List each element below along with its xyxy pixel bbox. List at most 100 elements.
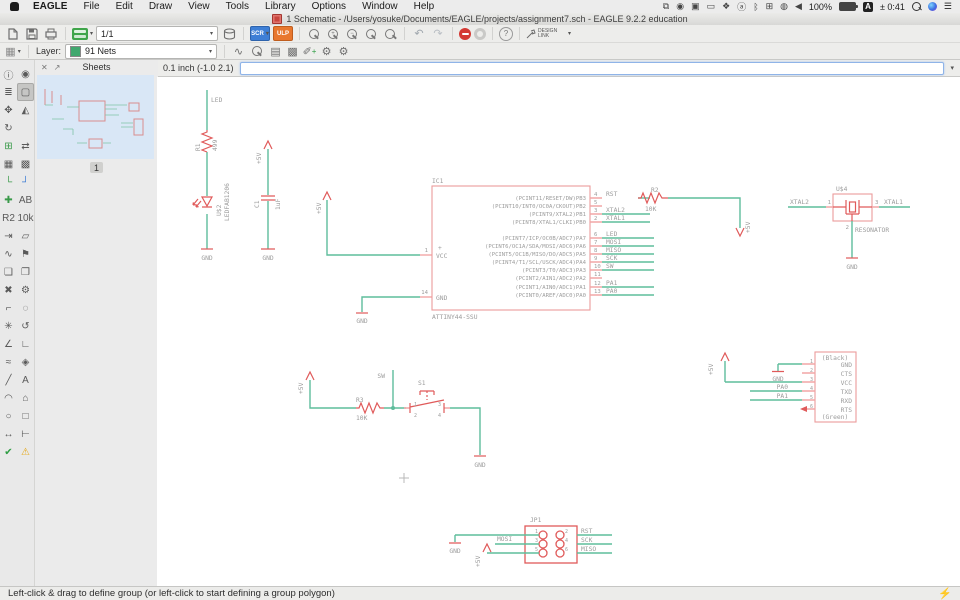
pinswap-tool-icon[interactable]: ⇄ (17, 137, 34, 155)
zoom-fit-button[interactable] (306, 28, 322, 40)
schematic-canvas[interactable]: LED R1 499 U$2 LEDFAB1206 GND +5V C1 1uF… (157, 77, 960, 586)
copy-group-tool-icon[interactable]: ↺ (17, 317, 34, 335)
monitor-icon[interactable]: ▭ (707, 1, 716, 12)
component-switch-circuit[interactable]: +5V R3 10K SW S1 1 2 3 4 GND (298, 370, 486, 469)
polygon-tool-icon[interactable]: ▱ (17, 227, 34, 245)
smash-tool-icon[interactable]: ✳ (0, 317, 17, 335)
component-ftdi-header[interactable]: (Black) (Green) GND CTS VCC TXD RXD RTS … (708, 351, 857, 423)
eye-show-tool-icon[interactable]: ◉ (17, 65, 34, 83)
sheet-selector-dropdown[interactable]: 1/1 (96, 26, 219, 41)
menu-window[interactable]: Window (354, 1, 406, 12)
close-panel-icon[interactable]: ✕ (41, 63, 48, 72)
dropbox-icon[interactable]: ❖ (722, 1, 730, 12)
gateswap-tool-icon[interactable]: ▩ (17, 155, 34, 173)
net-vcc-feed[interactable]: +5V 1 (316, 190, 432, 256)
label-tool-icon[interactable]: AB (17, 191, 34, 209)
menu-eagle[interactable]: EAGLE (25, 1, 75, 12)
component-led-branch[interactable]: LED R1 499 U$2 LEDFAB1206 GND (192, 90, 231, 262)
chip-view-2-icon[interactable]: ▩ (286, 45, 299, 58)
command-input[interactable] (239, 61, 945, 75)
notification-center-icon[interactable]: ☰ (944, 1, 952, 12)
redo-button[interactable]: ↷ (430, 26, 446, 41)
display-mirroring-icon[interactable]: ⧉ (663, 1, 669, 12)
palette-spacer[interactable] (17, 119, 34, 137)
component-isp-header[interactable]: JP1 1 2 3 4 5 6 GND MOSI +5V RST SCK MIS… (449, 517, 612, 567)
zoom-redraw-button[interactable] (363, 28, 379, 40)
ulp-button[interactable]: ULP (273, 26, 294, 41)
component-c1-branch[interactable]: +5V C1 1uF GND (254, 139, 282, 262)
siri-icon[interactable] (927, 2, 937, 11)
paste-tool-icon[interactable]: ❐ (17, 263, 34, 281)
zoom-out-button[interactable]: − (344, 28, 360, 40)
text-tool-icon[interactable]: A (17, 371, 34, 389)
command-history-caret-icon[interactable]: ▾ (950, 64, 954, 72)
errors-tool-icon[interactable]: ⚠ (17, 443, 34, 461)
menu-library[interactable]: Library (257, 1, 304, 12)
name-tool-icon[interactable]: R2 (0, 209, 17, 227)
wire-bend-1-tool-icon[interactable]: └ (0, 173, 17, 191)
menu-tools[interactable]: Tools (218, 1, 257, 12)
zoom-tool-icon[interactable] (249, 45, 265, 57)
library-button[interactable] (221, 26, 237, 41)
component-resonator[interactable]: U$4 RESONATOR XTAL2 XTAL1 1 3 2 GND (788, 186, 910, 271)
value-tool-icon[interactable]: 10k (17, 209, 34, 227)
grid-button[interactable]: ▦ (5, 44, 21, 59)
dimension-tool-icon[interactable]: ↔ (0, 425, 17, 443)
obs-icon[interactable]: ▣ (691, 1, 700, 12)
sheet-number-badge[interactable]: 1 (90, 162, 103, 173)
line-tool-icon[interactable]: ╱ (0, 371, 17, 389)
junction-tool-icon[interactable]: ✚ (0, 191, 17, 209)
settings-gear-2-icon[interactable]: ⚙ (337, 45, 350, 58)
component-r2-pullup[interactable]: R2 10K +5V (638, 187, 752, 238)
layer-dropdown[interactable]: 91 Nets (65, 43, 218, 59)
move-tool-icon[interactable]: ✥ (0, 101, 17, 119)
print-button[interactable] (43, 26, 59, 41)
menu-options[interactable]: Options (304, 1, 354, 12)
menu-help[interactable]: Help (406, 1, 443, 12)
screen-record-icon[interactable]: ◍ (780, 1, 788, 12)
attach-plus-icon[interactable]: ✐ + (303, 45, 317, 58)
window-manager-icon[interactable]: ⊞ (766, 1, 774, 12)
highlight-tool-icon[interactable]: ◈ (17, 353, 34, 371)
undo-button[interactable]: ↶ (411, 26, 427, 41)
bus-tool-icon[interactable]: ∿ (0, 245, 17, 263)
settings-gear-1-icon[interactable]: ⚙ (320, 45, 333, 58)
chip-view-1-icon[interactable]: ▤ (269, 45, 282, 58)
apple-menu-icon[interactable] (10, 2, 19, 11)
menu-file[interactable]: File (75, 1, 107, 12)
volume-icon[interactable]: ◀ (795, 1, 802, 12)
polygon-shape-tool-icon[interactable]: ⌂ (17, 389, 34, 407)
delete-tool-icon[interactable]: ✖ (0, 281, 17, 299)
net-signal-icon[interactable]: ∿ (232, 45, 245, 58)
meander-tool-icon[interactable]: ≈ (0, 353, 17, 371)
spotlight-icon[interactable] (911, 2, 921, 11)
arc-tool-icon[interactable]: ◠ (0, 389, 17, 407)
display-layers-tool-icon[interactable]: ≣ (0, 83, 17, 101)
add-part-tool-icon[interactable]: ⊞ (0, 137, 17, 155)
schematic-board-switch-button[interactable] (72, 26, 93, 41)
camera-icon[interactable]: ◉ (676, 1, 684, 12)
save-button[interactable] (24, 26, 40, 41)
help-button[interactable]: ? (499, 26, 514, 41)
wire-bend-2-tool-icon[interactable]: ┘ (17, 173, 34, 191)
miter-tool-icon[interactable]: ∟ (17, 335, 34, 353)
group-select-tool-icon[interactable]: ▢ (17, 83, 34, 101)
change-wrench-tool-icon[interactable]: ⚙ (17, 281, 34, 299)
menu-view[interactable]: View (180, 1, 218, 12)
popout-panel-icon[interactable]: ↗ (54, 63, 61, 72)
copy-tool-icon[interactable]: ❏ (0, 263, 17, 281)
split-tool-icon[interactable]: ∠ (0, 335, 17, 353)
mirror-tool-icon[interactable]: ◭ (17, 101, 34, 119)
invoke-tool-icon[interactable]: ⇥ (0, 227, 17, 245)
menu-edit[interactable]: Edit (108, 1, 141, 12)
net-gnd-feed[interactable]: GND 14 (356, 290, 432, 325)
input-source-indicator[interactable]: A (862, 1, 873, 12)
replace-tool-icon[interactable]: ▦ (0, 155, 17, 173)
timer-text[interactable]: ± 0:41 (880, 2, 905, 12)
erc-tool-icon[interactable]: ✔ (0, 443, 17, 461)
rect-tool-icon[interactable]: □ (17, 407, 34, 425)
ripup-tool-icon[interactable]: ◌ (17, 299, 34, 317)
stop-button[interactable] (459, 27, 472, 40)
measure-tool-icon[interactable]: ⊢ (17, 425, 34, 443)
scr-script-button[interactable]: SCR (250, 26, 271, 41)
